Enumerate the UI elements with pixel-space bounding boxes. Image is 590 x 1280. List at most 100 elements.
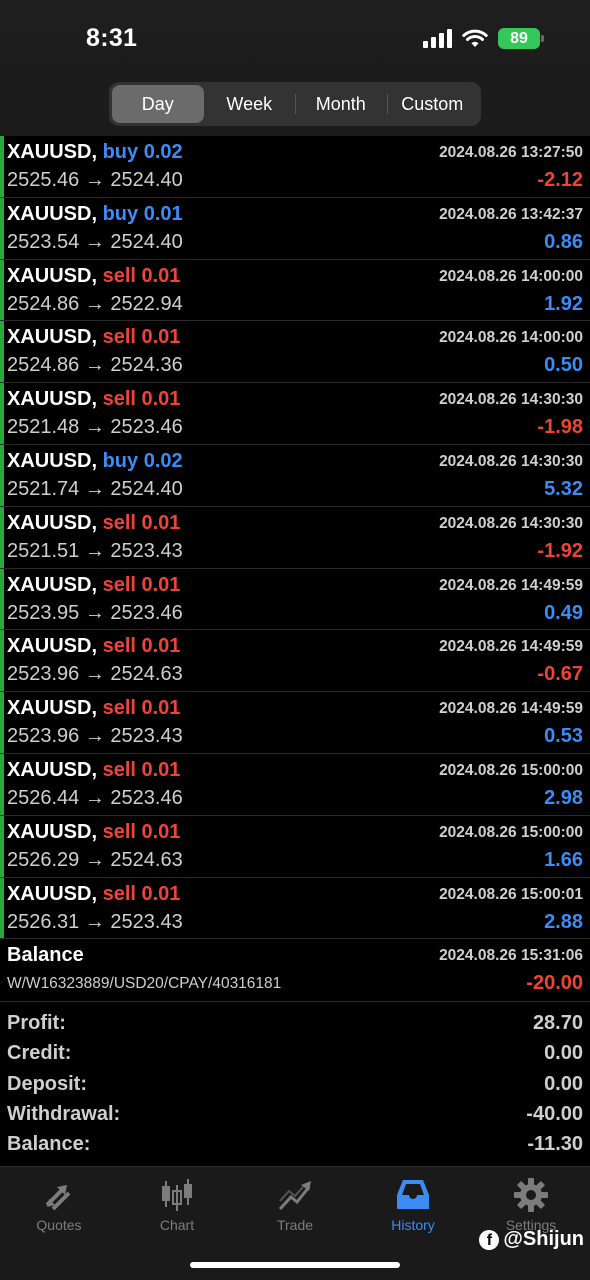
tab-week[interactable]: Week xyxy=(204,85,296,123)
summary-row: Profit: 28.70 xyxy=(0,1010,590,1040)
deal-row[interactable]: XAUUSD, sell 0.01 2024.08.26 15:00:00 2526… xyxy=(0,753,590,816)
tab-chart-label: Chart xyxy=(159,1217,195,1233)
deal-row-marker xyxy=(0,444,4,506)
deal-volume: 0.01 xyxy=(141,882,181,905)
deal-row[interactable]: XAUUSD, sell 0.01 2024.08.26 14:00:00 2524… xyxy=(0,259,590,322)
deal-symbol: XAUUSD, xyxy=(7,264,98,287)
deal-volume: 0.02 xyxy=(143,449,183,472)
summary-value: 0.00 xyxy=(544,1042,583,1065)
battery-icon: 89 xyxy=(498,28,544,49)
deal-row[interactable]: XAUUSD, buy 0.01 2024.08.26 13:42:37 2523.… xyxy=(0,197,590,260)
deal-row[interactable]: XAUUSD, sell 0.01 2024.08.26 14:30:30 2521… xyxy=(0,383,590,445)
deal-row[interactable]: XAUUSD, sell 0.01 2024.08.26 14:00:00 2524… xyxy=(0,321,590,384)
deal-prices: 2526.31 → 2523.43 xyxy=(7,910,183,933)
deal-profit: 2.88 xyxy=(544,910,583,933)
deal-prices: 2523.54 → 2524.40 xyxy=(7,230,183,253)
deal-side: sell xyxy=(102,635,136,658)
tab-history-label: History xyxy=(391,1217,435,1233)
deal-time: 2024.08.26 13:42:37 xyxy=(439,205,583,223)
home-indicator xyxy=(190,1262,400,1268)
deal-volume: 0.01 xyxy=(141,573,181,596)
balance-operation-row[interactable]: Balance 2024.08.26 15:31:06 W/W16323889/US… xyxy=(0,939,590,1003)
deal-symbol: XAUUSD, xyxy=(7,758,98,781)
deal-side: sell xyxy=(102,820,136,843)
deal-symbol: XAUUSD, xyxy=(7,511,98,534)
deal-row-marker xyxy=(0,568,4,630)
deal-volume: 0.01 xyxy=(141,635,181,658)
trade-trend-icon xyxy=(278,1181,311,1211)
summary-value: 28.70 xyxy=(532,1012,583,1034)
deal-prices: 2521.74 → 2524.40 xyxy=(7,477,183,500)
deal-symbol: XAUUSD, xyxy=(7,326,98,349)
deal-title: XAUUSD, sell 0.01 xyxy=(7,635,180,658)
deal-title: XAUUSD, sell 0.01 xyxy=(7,574,180,597)
deal-row-marker xyxy=(0,506,4,568)
summary-value: -11.30 xyxy=(527,1133,583,1156)
tab-day[interactable]: Day xyxy=(112,85,204,123)
deal-row-marker xyxy=(0,197,4,259)
deal-volume: 0.01 xyxy=(141,326,181,349)
deal-row[interactable]: XAUUSD, sell 0.01 2024.08.26 14:49:59 2523… xyxy=(0,568,590,631)
deal-row-marker xyxy=(0,753,4,815)
deal-row[interactable]: XAUUSD, sell 0.01 2024.08.26 14:49:59 2523… xyxy=(0,630,590,693)
cellular-signal-icon xyxy=(423,29,452,48)
tab-quotes[interactable]: Quotes xyxy=(0,1167,118,1247)
deal-profit: 0.53 xyxy=(544,725,583,748)
deal-row-marker xyxy=(0,692,4,753)
deal-title: XAUUSD, sell 0.01 xyxy=(7,697,180,720)
deal-profit: 2.98 xyxy=(544,786,583,809)
deal-symbol: XAUUSD, xyxy=(7,573,98,596)
tab-month[interactable]: Month xyxy=(295,85,387,123)
tab-trade[interactable]: Trade xyxy=(236,1167,354,1247)
deal-time: 2024.08.26 15:00:00 xyxy=(439,823,583,841)
deal-row[interactable]: XAUUSD, sell 0.01 2024.08.26 14:49:59 2523… xyxy=(0,692,590,754)
deal-row-marker xyxy=(0,815,4,877)
deal-time: 2024.08.26 13:27:50 xyxy=(439,144,583,161)
summary-row: Credit: 0.00 xyxy=(0,1040,590,1070)
deal-title: XAUUSD, buy 0.02 xyxy=(7,141,183,164)
deal-side: sell xyxy=(102,326,136,349)
tab-history[interactable]: History xyxy=(354,1167,472,1247)
deal-prices: 2524.86 → 2524.36 xyxy=(7,354,183,377)
deal-profit: -1.92 xyxy=(537,539,583,562)
period-selector: Day Week Month Custom xyxy=(109,82,481,126)
balance-operation-amount: -20.00 xyxy=(526,972,583,995)
deal-row[interactable]: XAUUSD, buy 0.02 2024.08.26 13:27:50 2525.… xyxy=(0,136,590,198)
deal-symbol: XAUUSD, xyxy=(7,202,98,225)
deal-side: buy xyxy=(102,141,139,163)
summary-label: Withdrawal: xyxy=(7,1102,121,1125)
deal-row-marker xyxy=(0,630,4,692)
tab-custom[interactable]: Custom xyxy=(386,85,479,123)
deal-title: XAUUSD, sell 0.01 xyxy=(7,512,180,535)
watermark-text: @Shijun xyxy=(503,1228,584,1250)
deal-row[interactable]: XAUUSD, sell 0.01 2024.08.26 14:30:30 2521… xyxy=(0,506,590,569)
deal-row[interactable]: XAUUSD, sell 0.01 2024.08.26 15:00:00 2526… xyxy=(0,815,590,878)
balance-operation-comment: W/W16323889/USD20/CPAY/40316181 xyxy=(7,975,282,993)
deal-time: 2024.08.26 15:00:01 xyxy=(439,885,583,903)
deal-row-marker xyxy=(0,383,4,444)
deal-volume: 0.01 xyxy=(141,820,181,843)
deal-volume: 0.01 xyxy=(141,264,181,287)
tab-trade-label: Trade xyxy=(276,1217,314,1233)
deal-prices: 2526.44 → 2523.46 xyxy=(7,786,183,809)
deal-symbol: XAUUSD, xyxy=(7,449,98,472)
status-icons: 89 xyxy=(423,28,544,49)
deal-title: XAUUSD, sell 0.01 xyxy=(7,388,180,411)
deal-profit: -2.12 xyxy=(537,169,583,191)
summary-value: -40.00 xyxy=(526,1102,583,1125)
deal-row[interactable]: XAUUSD, sell 0.01 2024.08.26 15:00:01 2526… xyxy=(0,877,590,940)
deal-profit: 5.32 xyxy=(544,477,583,500)
deal-title: XAUUSD, sell 0.01 xyxy=(7,821,180,844)
deal-row[interactable]: XAUUSD, buy 0.02 2024.08.26 14:30:30 2521.… xyxy=(0,444,590,507)
deal-symbol: XAUUSD, xyxy=(7,635,98,658)
deal-profit: 0.86 xyxy=(544,230,583,253)
deal-title: XAUUSD, sell 0.01 xyxy=(7,883,180,906)
deal-side: sell xyxy=(102,882,136,905)
deal-prices: 2523.95 → 2523.46 xyxy=(7,601,183,624)
history-summary: Profit: 28.70 Credit: 0.00 Deposit: 0.00 Withd… xyxy=(0,1010,590,1161)
deal-profit: -0.67 xyxy=(537,663,583,686)
summary-row: Withdrawal: -40.00 xyxy=(0,1101,590,1131)
deal-title: XAUUSD, sell 0.01 xyxy=(7,265,180,288)
tab-chart[interactable]: Chart xyxy=(118,1167,236,1247)
deal-volume: 0.01 xyxy=(141,511,181,534)
